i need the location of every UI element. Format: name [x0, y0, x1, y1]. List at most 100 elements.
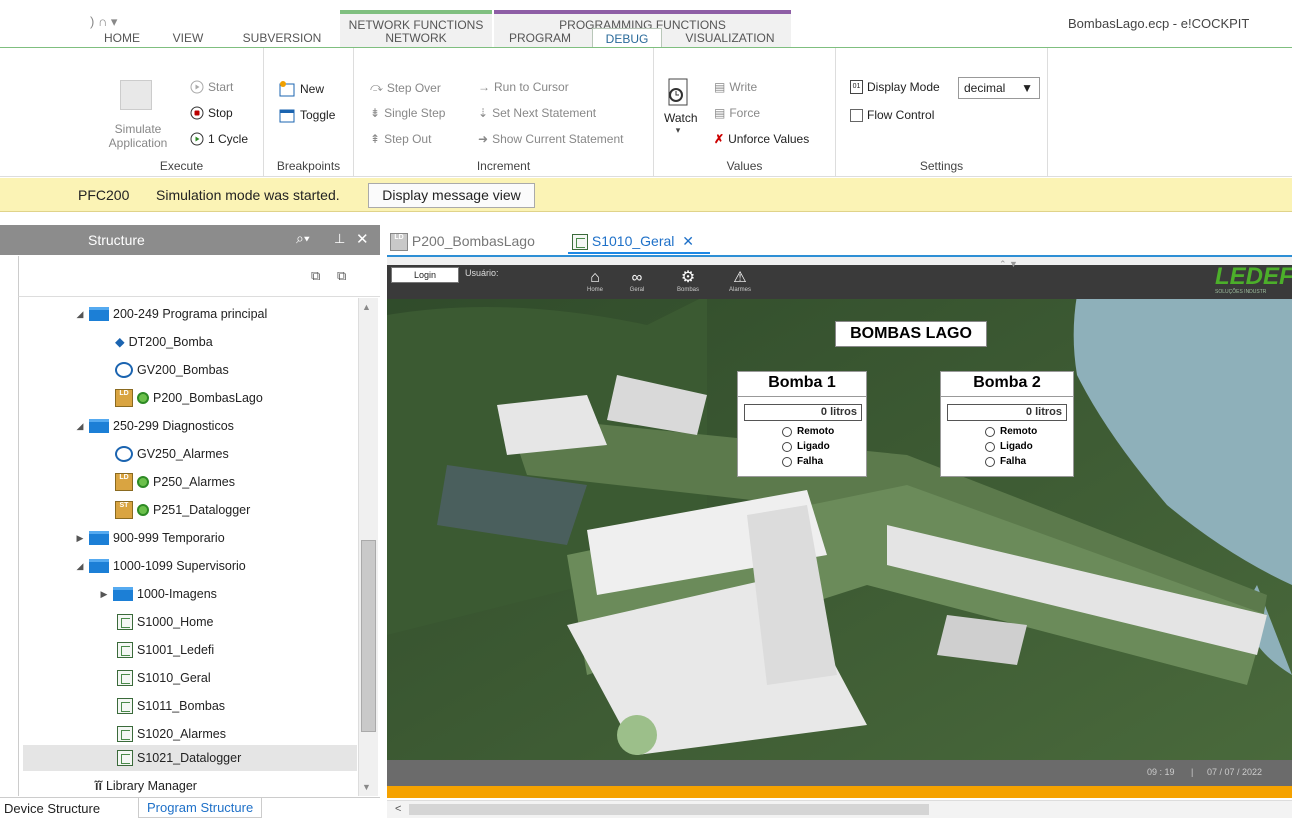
tab-debug[interactable]: DEBUG	[592, 28, 662, 48]
tab-view[interactable]: VIEW	[166, 28, 210, 48]
display-message-view-button[interactable]: Display message view	[368, 183, 535, 208]
scroll-left-icon[interactable]: <	[395, 803, 401, 815]
unforce-icon: ✗	[714, 132, 725, 146]
pump-1-ligado-label: Ligado	[797, 441, 830, 452]
tree-item-folder[interactable]: ▶ 1000-Imagens	[99, 581, 217, 607]
close-icon[interactable]: ✕	[682, 233, 694, 249]
simulate-application-button[interactable]: Simulate Application	[108, 122, 168, 150]
tab-visualization[interactable]: VISUALIZATION	[672, 28, 788, 48]
write-button[interactable]: ▤ Write	[714, 80, 757, 94]
scroll-up-icon[interactable]: ▲	[362, 302, 371, 312]
tree-item-folder[interactable]: ▶ 900-999 Temporario	[75, 525, 225, 551]
tab-network[interactable]: NETWORK	[360, 28, 472, 48]
scroll-down-icon[interactable]: ▼	[362, 782, 371, 792]
tree-item-gvl[interactable]: GV250_Alarmes	[115, 441, 229, 467]
tree-item-pou[interactable]: LD P200_BombasLago	[115, 385, 263, 411]
set-next-icon: ⇣	[478, 106, 489, 120]
start-label: Start	[208, 80, 234, 94]
run-to-cursor-button[interactable]: → Run to Cursor	[478, 80, 569, 94]
message-bar: PFC200 Simulation mode was started. Disp…	[0, 178, 1292, 212]
display-mode-select[interactable]: decimal ▼	[958, 77, 1040, 99]
tab-device-structure[interactable]: Device Structure	[4, 801, 100, 816]
flow-control-checkbox[interactable]: Flow Control	[850, 108, 934, 122]
horizontal-scrollbar-thumb[interactable]	[409, 804, 929, 815]
home-icon: ⌂	[590, 269, 600, 286]
step-out-label: Step Out	[384, 132, 432, 146]
tree-item-visu[interactable]: S1011_Bombas	[117, 693, 225, 719]
home-nav-button[interactable]: ⌂ Home	[583, 269, 607, 293]
step-over-button[interactable]: ⤼ Step Over	[370, 80, 441, 95]
geral-nav-button[interactable]: ∞ Geral	[625, 269, 649, 293]
new-breakpoint-button[interactable]: New	[278, 80, 324, 98]
toggle-breakpoint-button[interactable]: Toggle	[278, 106, 335, 124]
running-status-icon	[137, 476, 149, 488]
tab-home[interactable]: HOME	[96, 28, 148, 48]
pump-1-ligado: Ligado	[782, 441, 830, 452]
pump-1-panel: Bomba 1 0 litros Remoto Ligado Falha	[737, 371, 867, 477]
expand-all-icon[interactable]: ⧉	[311, 268, 320, 284]
horizontal-scrollbar[interactable]: <	[387, 800, 1292, 818]
step-out-button[interactable]: ⇞ Step Out	[370, 132, 431, 146]
tree-item-folder[interactable]: ◢ 250-299 Diagnosticos	[75, 413, 234, 439]
step-over-label: Step Over	[386, 80, 441, 95]
display-mode-value: decimal	[964, 81, 1006, 95]
collapse-arrow-icon[interactable]: ⌃ ▼	[999, 259, 1018, 270]
tab-program[interactable]: PROGRAM	[500, 28, 580, 48]
folder-icon	[113, 587, 133, 601]
visualization-footer-bar	[387, 786, 1292, 798]
visualization-icon	[117, 750, 133, 766]
tree-item-datatype[interactable]: ◆ DT200_Bomba	[115, 329, 213, 355]
collapsed-arrow-icon: ▶	[100, 589, 108, 599]
tree-item-pou[interactable]: LD P250_Alarmes	[115, 469, 235, 495]
login-button[interactable]: Login	[391, 267, 459, 283]
pump-2-remoto-label: Remoto	[1000, 426, 1038, 437]
one-cycle-button[interactable]: 1 Cycle	[190, 132, 248, 146]
editor-tab-p200[interactable]: LD P200_BombasLago	[390, 228, 550, 254]
set-next-statement-button[interactable]: ⇣ Set Next Statement	[478, 106, 596, 120]
tree-item-library[interactable]: ĩĩ Library Manager	[95, 773, 197, 796]
start-button[interactable]: Start	[190, 80, 233, 94]
tree-item-visu-selected[interactable]: S1021_Datalogger	[23, 745, 357, 771]
bombas-nav-button[interactable]: ⚙ Bombas	[673, 269, 703, 293]
close-icon[interactable]: ✕	[356, 230, 369, 248]
new-breakpoint-icon	[279, 81, 295, 97]
alarmes-nav-button[interactable]: ⚠ Alarmes	[723, 269, 757, 293]
collapse-all-icon[interactable]: ⧉	[337, 268, 346, 284]
tree-item-gvl[interactable]: GV200_Bombas	[115, 357, 229, 383]
tree-item-folder[interactable]: ◢ 200-249 Programa principal	[75, 301, 267, 327]
tree-item-visu[interactable]: S1010_Geral	[117, 665, 211, 691]
chevron-down-icon: ▼	[1021, 81, 1033, 95]
show-current-statement-button[interactable]: ➜ Show Current Statement	[478, 132, 623, 146]
application-label: Application	[108, 136, 168, 150]
tab-subversion[interactable]: SUBVERSION	[234, 28, 330, 48]
globe-icon	[115, 446, 133, 462]
tree-item-label: GV250_Alarmes	[137, 447, 229, 461]
folder-icon	[89, 419, 109, 433]
stop-button[interactable]: Stop	[190, 106, 233, 120]
flow-control-label: Flow Control	[867, 108, 935, 122]
tree-item-label: 250-299 Diagnosticos	[113, 419, 234, 433]
structure-toolbar: ⧉ ⧉	[18, 256, 380, 296]
pump-2-remoto: Remoto	[985, 426, 1037, 437]
editor-tab-s1010[interactable]: S1010_Geral ✕	[568, 228, 710, 254]
search-icon[interactable]: ⌕▾	[296, 230, 310, 247]
folder-icon	[89, 559, 109, 573]
tab-program-structure[interactable]: Program Structure	[138, 798, 263, 818]
tree-scrollbar-thumb[interactable]	[361, 540, 376, 732]
checkbox-icon	[850, 108, 863, 122]
tree-item-pou[interactable]: ST P251_Datalogger	[115, 497, 250, 523]
tree-item-visu[interactable]: S1000_Home	[117, 609, 213, 635]
force-button[interactable]: ▤ Force	[714, 106, 760, 120]
tree-item-visu[interactable]: S1020_Alarmes	[117, 721, 226, 747]
write-icon: ▤	[714, 80, 726, 94]
visualization-icon	[117, 670, 133, 686]
tree-item-visu[interactable]: S1001_Ledefi	[117, 637, 214, 663]
watch-dropdown-icon: ▾	[675, 125, 681, 135]
pump-2-panel: Bomba 2 0 litros Remoto Ligado Falha	[940, 371, 1074, 477]
ld-program-icon: LD	[115, 389, 133, 407]
tree-item-folder[interactable]: ◢ 1000-1099 Supervisorio	[75, 553, 246, 579]
watch-button[interactable]: Watch ▾	[664, 78, 698, 135]
single-step-button[interactable]: ⇟ Single Step	[370, 106, 445, 120]
pin-icon[interactable]: ⊥	[334, 231, 345, 247]
unforce-values-button[interactable]: ✗ Unforce Values	[714, 132, 809, 146]
